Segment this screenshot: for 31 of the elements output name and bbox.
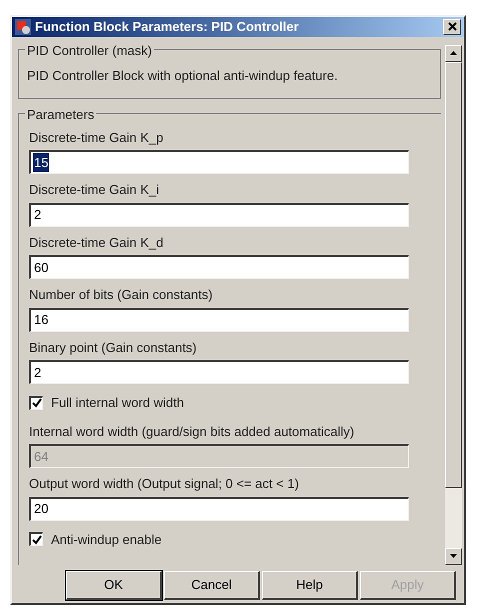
field-label: Binary point (Gain constants)	[29, 338, 198, 357]
scrollbar[interactable]	[445, 44, 462, 564]
scroll-thumb[interactable]	[445, 62, 462, 488]
app-icon	[15, 18, 31, 35]
dialog-button[interactable]: Help	[262, 570, 358, 600]
input-field[interactable]: 60	[29, 255, 409, 279]
scroll-down-button[interactable]	[445, 548, 462, 564]
input-field[interactable]: 2	[29, 202, 409, 226]
field-label: Discrete-time Gain K_i	[29, 181, 160, 199]
dialog-button[interactable]: Cancel	[164, 570, 260, 600]
window-title: Function Block Parameters: PID Controller	[35, 18, 300, 36]
field-label: Output word width (Output signal; 0 <= act < 1)	[29, 475, 300, 493]
up-arrow-icon	[450, 51, 457, 55]
field-label: Discrete-time Gain K_d	[29, 234, 164, 252]
input-field[interactable]: 2	[29, 360, 409, 384]
field-label: Discrete-time Gain K_p	[29, 128, 164, 147]
input-field[interactable]: 16	[29, 308, 409, 332]
checkbox[interactable]	[29, 396, 43, 410]
field-label: Number of bits (Gain constants)	[29, 286, 214, 304]
checkbox-label: Anti-windup enable	[51, 530, 162, 549]
dialog-button[interactable]: OK	[66, 570, 162, 600]
close-icon	[448, 22, 456, 32]
scroll-up-button[interactable]	[445, 44, 462, 62]
field-label: Internal word width (guard/sign bits added automatically)	[29, 422, 356, 441]
description-text: PID Controller Block with optional anti-windup feature.	[27, 68, 338, 82]
close-button[interactable]	[443, 18, 461, 35]
input-field[interactable]: 15	[29, 150, 409, 174]
input-field[interactable]: 20	[29, 496, 409, 520]
checkbox-label: Full internal word width	[51, 394, 184, 412]
checkbox[interactable]	[29, 532, 43, 546]
down-arrow-icon	[450, 554, 457, 558]
